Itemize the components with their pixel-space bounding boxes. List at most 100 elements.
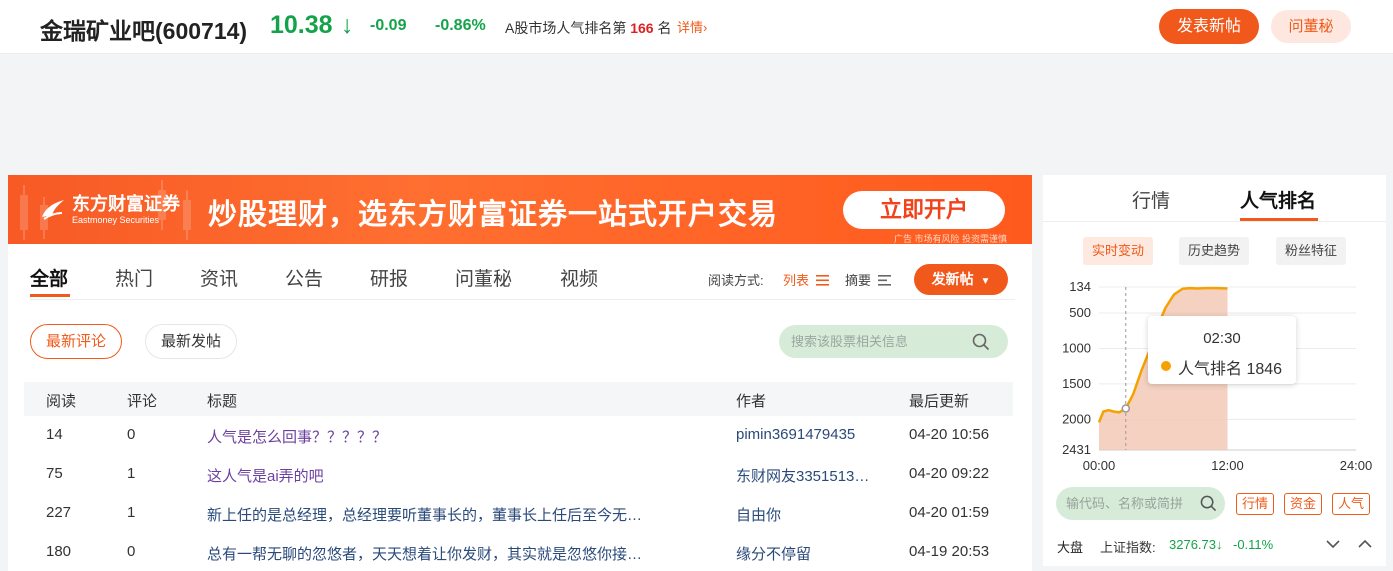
col-author: 作者 xyxy=(736,393,767,410)
row-read-count: 14 xyxy=(46,426,63,443)
row-title-link[interactable]: 这人气是ai弄的吧 xyxy=(207,465,712,486)
price-change: -0.09 xyxy=(370,17,407,34)
col-comments: 评论 xyxy=(127,393,158,410)
table-row: 180 0 总有一帮无聊的忽悠者，天天想着让你发财，其实就是忽悠你接… 缘分不停… xyxy=(24,533,1013,571)
subtab-history[interactable]: 历史趋势 xyxy=(1179,237,1249,265)
search-icon[interactable] xyxy=(1200,495,1217,512)
row-author-link[interactable]: pimin3691479435 xyxy=(736,426,886,443)
row-read-count: 75 xyxy=(46,465,63,482)
row-comment-count: 1 xyxy=(127,465,136,482)
row-comment-count: 1 xyxy=(127,504,136,521)
tabs-divider xyxy=(30,299,1015,300)
row-title-link[interactable]: 人气是怎么回事？？？？？ xyxy=(207,426,712,447)
row-author-link[interactable]: 自由你 xyxy=(736,504,886,525)
active-tab-indicator xyxy=(30,294,70,297)
crosshair-point xyxy=(1121,404,1131,413)
new-post-button[interactable]: 发新帖 ▼ xyxy=(914,264,1008,295)
tab-quotes[interactable]: 行情 xyxy=(1132,186,1170,213)
price-down-arrow-icon: ↓ xyxy=(341,11,354,39)
summary-mode-label: 摘要 xyxy=(845,273,872,288)
popularity-rank: A股市场人气排名第 166 名 xyxy=(505,18,671,38)
rank-prefix: A股市场人气排名第 xyxy=(505,20,627,36)
summary-mode-button[interactable]: 摘要 xyxy=(845,270,891,289)
tab-research[interactable]: 研报 xyxy=(370,264,408,291)
row-author-link[interactable]: 缘分不停留 xyxy=(736,543,886,564)
stock-search-box xyxy=(779,325,1008,358)
tab-all[interactable]: 全部 xyxy=(30,264,68,291)
row-update-time: 04-20 09:22 xyxy=(909,465,990,482)
tab-popularity-rank[interactable]: 人气排名 xyxy=(1240,186,1316,213)
stock-header: 金瑞矿业吧(600714) 10.38 ↓ -0.09 -0.86% A股市场人… xyxy=(0,0,1393,54)
x-tick-label: 00:00 xyxy=(1083,458,1116,473)
quick-quotes-button[interactable]: 行情 xyxy=(1236,493,1274,515)
open-account-button[interactable]: 立即开户 xyxy=(843,191,1005,229)
chevron-up-icon[interactable] xyxy=(1357,537,1373,551)
col-read: 阅读 xyxy=(46,393,77,410)
eastmoney-logo-icon xyxy=(42,200,64,220)
quick-funds-button[interactable]: 资金 xyxy=(1284,493,1322,515)
tab-video[interactable]: 视频 xyxy=(560,264,598,291)
row-author-link[interactable]: 东财网友3351513… xyxy=(736,465,886,486)
tab-ask-secretary[interactable]: 问董秘 xyxy=(455,264,512,291)
market-label: 大盘 xyxy=(1057,540,1084,555)
table-row: 14 0 人气是怎么回事？？？？？ pimin3691479435 04-20 … xyxy=(24,416,1013,455)
list-icon xyxy=(815,275,829,286)
list-mode-button[interactable]: 列表 xyxy=(783,270,829,289)
caret-down-icon: ▼ xyxy=(980,276,991,287)
filter-latest-posts[interactable]: 最新发帖 xyxy=(145,324,237,359)
x-tick-label: 24:00 xyxy=(1340,458,1373,473)
row-read-count: 180 xyxy=(46,543,72,560)
row-comment-count: 0 xyxy=(127,543,136,560)
rank-suffix: 名 xyxy=(657,20,672,36)
chart-tooltip: 02:30 人气排名 1846 xyxy=(1148,316,1296,384)
tab-hot[interactable]: 热门 xyxy=(115,264,153,291)
ad-disclaimer: 广告 市场有风险 投资需谨慎 xyxy=(894,234,1008,244)
y-tick-label: 134 xyxy=(1069,279,1091,294)
price-change-percent: -0.86% xyxy=(435,17,486,34)
rank-detail-label: 详情 xyxy=(677,20,704,35)
stock-name: 金瑞矿业吧(600714) xyxy=(40,18,248,44)
index-change: -0.11% xyxy=(1233,537,1274,552)
row-update-time: 04-20 01:59 xyxy=(909,504,990,521)
ask-secretary-button[interactable]: 问董秘 xyxy=(1271,10,1351,43)
row-update-time: 04-19 20:53 xyxy=(909,543,990,560)
broker-logo-text: 东方财富证券 xyxy=(72,194,180,215)
index-value: 3276.73↓ xyxy=(1169,537,1223,552)
subtab-fans[interactable]: 粉丝特征 xyxy=(1276,237,1346,265)
read-mode-label: 阅读方式: xyxy=(708,273,764,288)
new-post-label: 发新帖 xyxy=(931,271,974,287)
subtab-realtime[interactable]: 实时变动 xyxy=(1083,237,1153,265)
quick-popularity-button[interactable]: 人气 xyxy=(1332,493,1370,515)
index-name: 上证指数: xyxy=(1100,540,1156,555)
quote-search-box xyxy=(1056,487,1225,520)
popularity-panel: 行情 人气排名 实时变动 历史趋势 粉丝特征 134 500 1000 1500 200… xyxy=(1043,175,1386,566)
y-tick-label: 1500 xyxy=(1062,376,1091,391)
filter-latest-comments[interactable]: 最新评论 xyxy=(30,324,122,359)
chevron-down-icon[interactable] xyxy=(1325,537,1341,551)
series-dot-icon xyxy=(1161,361,1171,371)
row-update-time: 04-20 10:56 xyxy=(909,426,990,443)
quote-search-input[interactable] xyxy=(1066,487,1196,520)
y-tick-label: 500 xyxy=(1069,305,1091,320)
rank-value: 166 xyxy=(630,20,654,36)
rank-detail-link[interactable]: 详情› xyxy=(677,17,707,36)
y-tick-label: 1000 xyxy=(1062,340,1091,355)
tab-news[interactable]: 资讯 xyxy=(200,264,238,291)
ad-banner[interactable]: 东方财富证券 Eastmoney Securities 炒股理财，选东方财富证券… xyxy=(8,175,1032,244)
publish-post-button[interactable]: 发表新帖 xyxy=(1159,9,1259,44)
table-row: 227 1 新上任的是总经理，总经理要听董事长的，董事长上任后至今无… 自由你 … xyxy=(24,494,1013,533)
stock-search-input[interactable] xyxy=(791,325,971,358)
y-tick-label: 2431 xyxy=(1062,442,1091,457)
tab-announcements[interactable]: 公告 xyxy=(285,264,323,291)
search-icon[interactable] xyxy=(972,333,990,351)
row-title-link[interactable]: 总有一帮无聊的忽悠者，天天想着让你发财，其实就是忽悠你接… xyxy=(207,543,712,564)
table-row: 75 1 这人气是ai弄的吧 东财网友3351513… 04-20 09:22 xyxy=(24,455,1013,494)
banner-slogan: 炒股理财，选东方财富证券一站式开户交易 xyxy=(208,199,779,231)
chevron-right-icon: › xyxy=(703,20,708,35)
row-title-link[interactable]: 新上任的是总经理，总经理要听董事长的，董事长上任后至今无… xyxy=(207,504,712,525)
list-mode-label: 列表 xyxy=(783,273,810,288)
col-last-update: 最后更新 xyxy=(909,393,970,410)
forum-panel: 全部 热门 资讯 公告 研报 问董秘 视频 阅读方式: 列表 摘要 发新帖 ▼ … xyxy=(8,244,1032,571)
summary-icon xyxy=(877,275,891,286)
tooltip-value: 人气排名 1846 xyxy=(1178,361,1283,378)
